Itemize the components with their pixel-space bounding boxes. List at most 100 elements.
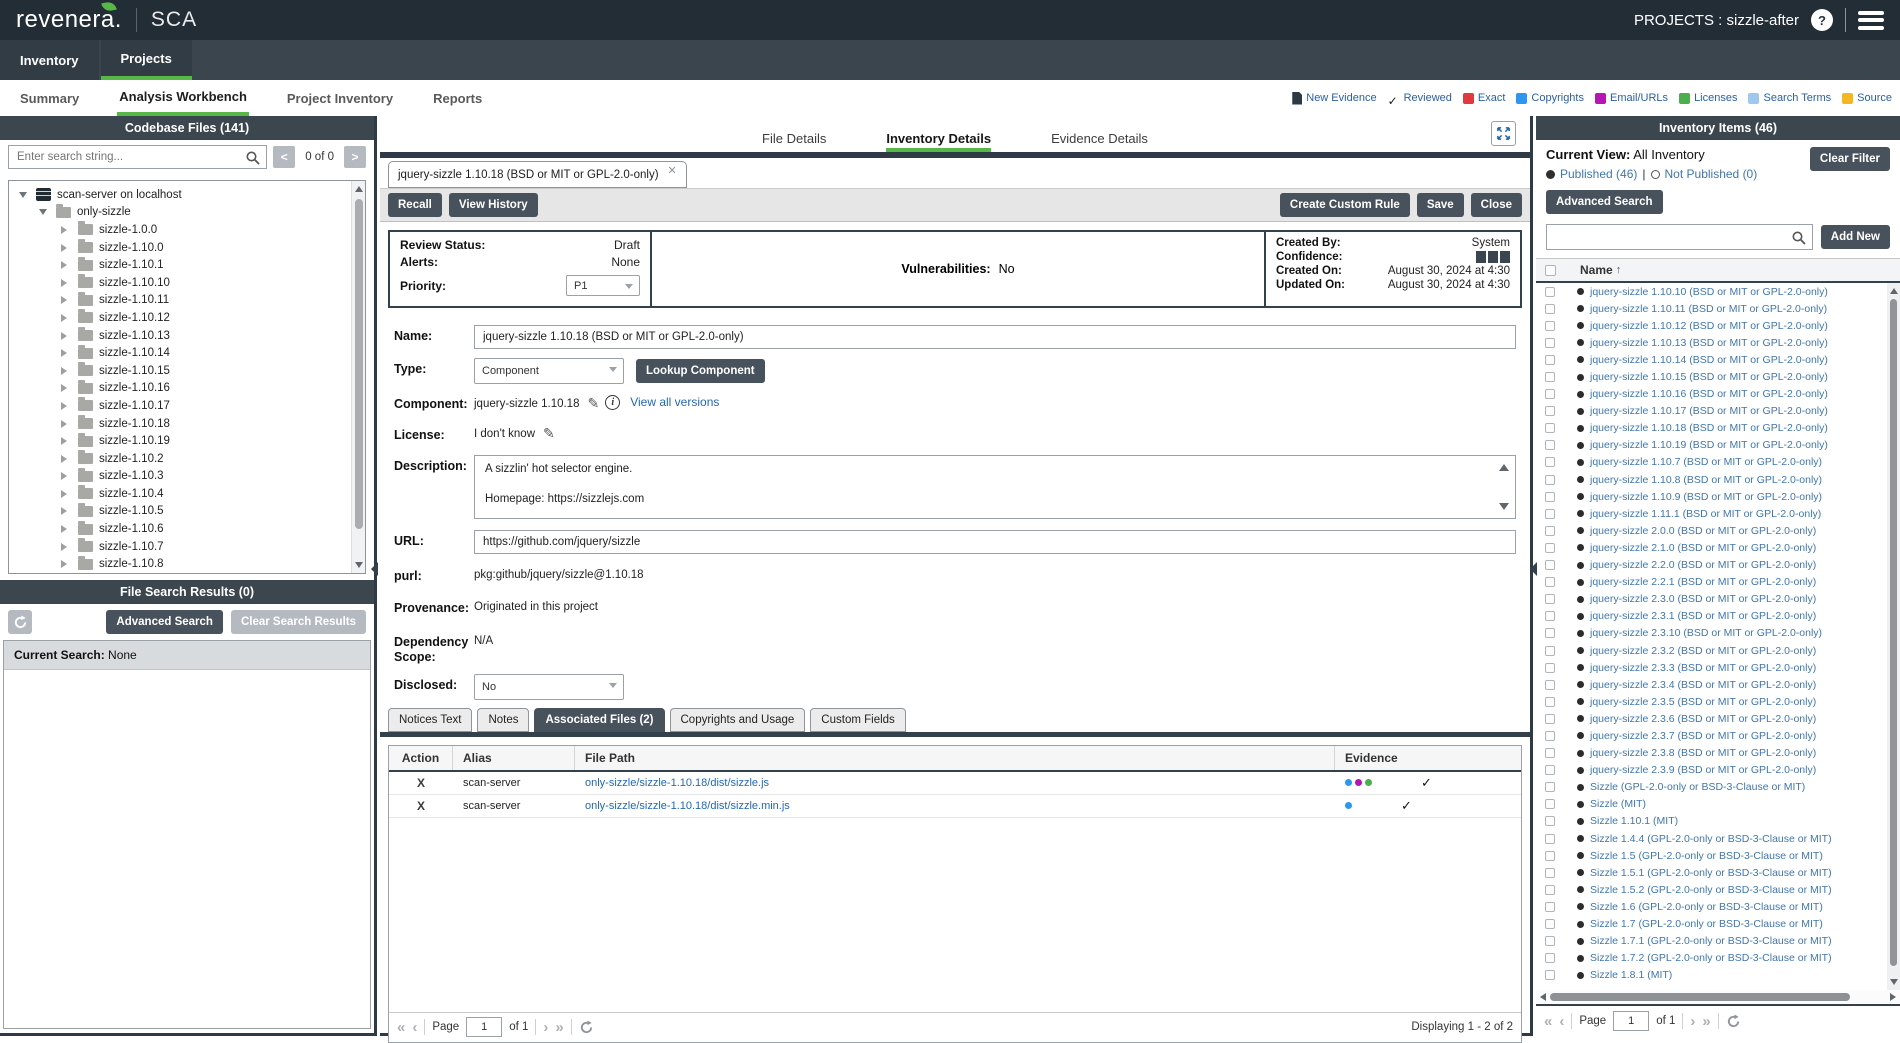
recall-button[interactable]: Recall <box>388 193 442 217</box>
row-checkbox[interactable] <box>1545 782 1555 792</box>
tree-node-only-sizzle[interactable]: only-sizzle <box>13 204 349 222</box>
inventory-item-link[interactable]: Sizzle 1.7 (GPL-2.0-only or BSD-3-Clause… <box>1590 918 1823 930</box>
list-item[interactable]: Sizzle (GPL-2.0-only or BSD-3-Clause or … <box>1536 779 1886 796</box>
scrollbar-thumb[interactable] <box>1550 993 1850 1001</box>
list-item[interactable]: jquery-sizzle 2.2.1 (BSD or MIT or GPL-2… <box>1536 574 1886 591</box>
expand-arrow-icon[interactable] <box>61 437 73 445</box>
tree-node-folder[interactable]: sizzle-1.10.1 <box>13 256 349 274</box>
list-item[interactable]: jquery-sizzle 2.3.8 (BSD or MIT or GPL-2… <box>1536 745 1886 762</box>
first-page-icon[interactable]: « <box>397 1020 405 1035</box>
inventory-item-link[interactable]: jquery-sizzle 2.2.1 (BSD or MIT or GPL-2… <box>1590 576 1816 588</box>
page-input[interactable] <box>1613 1011 1649 1031</box>
scroll-down-icon[interactable] <box>355 562 363 568</box>
inventory-item-link[interactable]: Sizzle 1.5 (GPL-2.0-only or BSD-3-Clause… <box>1590 850 1823 862</box>
tree-node-folder[interactable]: sizzle-1.10.8 <box>13 555 349 573</box>
inventory-item-link[interactable]: Sizzle 1.5.2 (GPL-2.0-only or BSD-3-Clau… <box>1590 884 1832 896</box>
row-checkbox[interactable] <box>1545 714 1555 724</box>
tree-node-folder[interactable]: sizzle-1.10.2 <box>13 450 349 468</box>
collapse-arrow-icon[interactable] <box>19 192 31 198</box>
list-item[interactable]: Sizzle 1.8.1 (MIT) <box>1536 967 1886 984</box>
priority-select[interactable]: P1 <box>566 275 640 296</box>
tree-node-folder[interactable]: sizzle-1.10.10 <box>13 274 349 292</box>
advanced-search-button[interactable]: Advanced Search <box>106 610 223 634</box>
inventory-item-link[interactable]: Sizzle 1.6 (GPL-2.0-only or BSD-3-Clause… <box>1590 901 1823 913</box>
scroll-up-icon[interactable] <box>1890 288 1898 294</box>
row-checkbox[interactable] <box>1545 765 1555 775</box>
tree-node-folder[interactable]: sizzle-1.10.7 <box>13 538 349 556</box>
tree-node-scan-server[interactable]: scan-server on localhost <box>13 186 349 204</box>
list-item[interactable]: jquery-sizzle 2.0.0 (BSD or MIT or GPL-2… <box>1536 522 1886 539</box>
inventory-item-link[interactable]: jquery-sizzle 1.10.10 (BSD or MIT or GPL… <box>1590 286 1828 298</box>
tab-inventory-details[interactable]: Inventory Details <box>886 131 991 152</box>
list-item[interactable]: jquery-sizzle 1.10.7 (BSD or MIT or GPL-… <box>1536 454 1886 471</box>
tree-node-folder[interactable]: sizzle-1.10.14 <box>13 344 349 362</box>
tree-node-folder[interactable]: sizzle-1.10.4 <box>13 485 349 503</box>
inventory-item-link[interactable]: Sizzle 1.10.1 (MIT) <box>1590 815 1678 827</box>
edit-license-icon[interactable]: ✎ <box>543 424 555 440</box>
list-item[interactable]: jquery-sizzle 2.3.5 (BSD or MIT or GPL-2… <box>1536 693 1886 710</box>
last-page-icon[interactable]: » <box>1702 1014 1710 1029</box>
search-prev-button[interactable]: < <box>273 146 295 168</box>
file-path-link[interactable]: only-sizzle/sizzle-1.10.18/dist/sizzle.m… <box>585 800 790 812</box>
refresh-button[interactable] <box>8 610 32 634</box>
expand-arrow-icon[interactable] <box>61 420 73 428</box>
list-item[interactable]: jquery-sizzle 2.3.0 (BSD or MIT or GPL-2… <box>1536 591 1886 608</box>
expand-arrow-icon[interactable] <box>61 367 73 375</box>
row-checkbox[interactable] <box>1545 440 1555 450</box>
url-input[interactable] <box>474 530 1516 554</box>
list-item[interactable]: Sizzle 1.6 (GPL-2.0-only or BSD-3-Clause… <box>1536 898 1886 915</box>
create-custom-rule-button[interactable]: Create Custom Rule <box>1280 193 1410 217</box>
tree-node-folder[interactable]: sizzle-1.0.0 <box>13 221 349 239</box>
tree-node-folder[interactable]: sizzle-1.10.5 <box>13 503 349 521</box>
expand-arrow-icon[interactable] <box>61 402 73 410</box>
not-published-link[interactable]: Not Published (0) <box>1665 167 1758 181</box>
inventory-item-link[interactable]: jquery-sizzle 1.10.18 (BSD or MIT or GPL… <box>1590 422 1828 434</box>
row-checkbox[interactable] <box>1545 304 1555 314</box>
inventory-item-link[interactable]: jquery-sizzle 1.10.17 (BSD or MIT or GPL… <box>1590 405 1828 417</box>
list-item[interactable]: jquery-sizzle 2.2.0 (BSD or MIT or GPL-2… <box>1536 557 1886 574</box>
collapse-right-panel-icon[interactable] <box>1530 562 1537 576</box>
close-button[interactable]: Close <box>1471 193 1522 217</box>
first-page-icon[interactable]: « <box>1544 1014 1552 1029</box>
expand-arrow-icon[interactable] <box>61 314 73 322</box>
row-checkbox[interactable] <box>1545 816 1555 826</box>
prev-page-icon[interactable]: ‹ <box>1559 1014 1564 1029</box>
list-item[interactable]: Sizzle 1.10.1 (MIT) <box>1536 813 1886 830</box>
row-checkbox[interactable] <box>1545 406 1555 416</box>
row-checkbox[interactable] <box>1545 543 1555 553</box>
inventory-item-link[interactable]: jquery-sizzle 1.10.9 (BSD or MIT or GPL-… <box>1590 491 1822 503</box>
codebase-search-input[interactable] <box>9 146 266 168</box>
row-checkbox[interactable] <box>1545 919 1555 929</box>
inventory-item-link[interactable]: jquery-sizzle 2.3.7 (BSD or MIT or GPL-2… <box>1590 730 1816 742</box>
tree-node-folder[interactable]: sizzle-1.10.3 <box>13 468 349 486</box>
row-checkbox[interactable] <box>1545 834 1555 844</box>
row-checkbox[interactable] <box>1545 731 1555 741</box>
name-input[interactable] <box>474 325 1516 349</box>
row-checkbox[interactable] <box>1545 560 1555 570</box>
expand-arrow-icon[interactable] <box>61 384 73 392</box>
inventory-item-link[interactable]: jquery-sizzle 2.3.4 (BSD or MIT or GPL-2… <box>1590 679 1816 691</box>
next-page-icon[interactable]: › <box>543 1020 548 1035</box>
row-checkbox[interactable] <box>1545 287 1555 297</box>
expand-panel-button[interactable] <box>1491 121 1516 146</box>
tree-node-folder[interactable]: sizzle-1.10.6 <box>13 520 349 538</box>
list-item[interactable]: jquery-sizzle 1.10.17 (BSD or MIT or GPL… <box>1536 403 1886 420</box>
inventory-scrollbar[interactable] <box>1887 283 1900 990</box>
list-item[interactable]: jquery-sizzle 1.10.11 (BSD or MIT or GPL… <box>1536 300 1886 317</box>
tree-node-folder[interactable]: sizzle-1.10.16 <box>13 380 349 398</box>
tree-node-folder[interactable]: sizzle-1.10.18 <box>13 415 349 433</box>
tab-analysis-workbench[interactable]: Analysis Workbench <box>117 80 249 116</box>
row-checkbox[interactable] <box>1545 663 1555 673</box>
expand-arrow-icon[interactable] <box>61 472 73 480</box>
inventory-item-link[interactable]: jquery-sizzle 2.3.3 (BSD or MIT or GPL-2… <box>1590 662 1816 674</box>
scroll-left-icon[interactable] <box>1540 993 1546 1001</box>
row-checkbox[interactable] <box>1545 338 1555 348</box>
row-checkbox[interactable] <box>1545 492 1555 502</box>
expand-arrow-icon[interactable] <box>61 490 73 498</box>
row-checkbox[interactable] <box>1545 680 1555 690</box>
column-action[interactable]: Action <box>389 746 453 770</box>
row-checkbox[interactable] <box>1545 902 1555 912</box>
inventory-item-link[interactable]: Sizzle 1.8.1 (MIT) <box>1590 969 1672 981</box>
inventory-item-link[interactable]: jquery-sizzle 1.10.15 (BSD or MIT or GPL… <box>1590 371 1828 383</box>
add-new-button[interactable]: Add New <box>1821 225 1890 249</box>
